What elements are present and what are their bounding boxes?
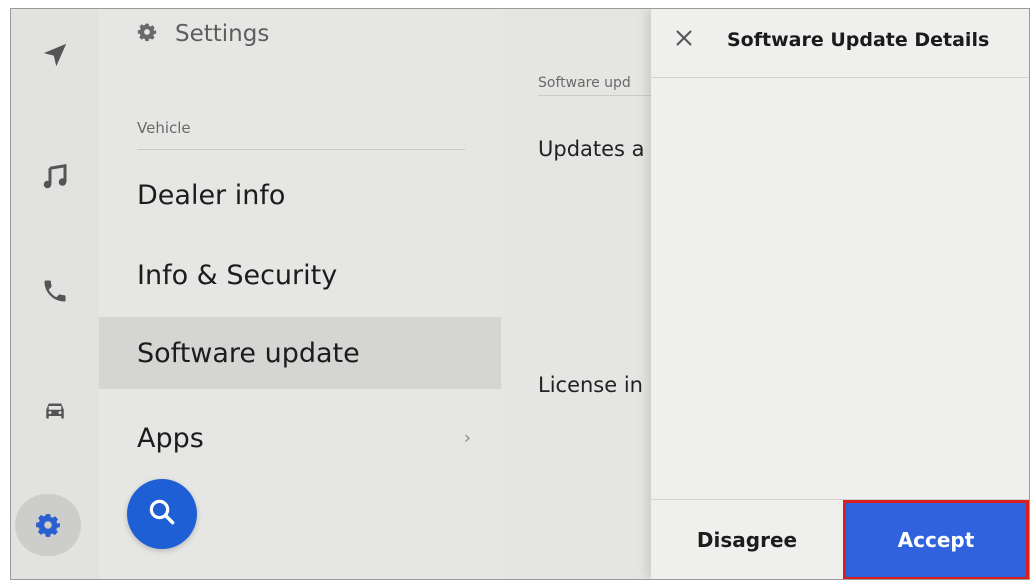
close-icon (674, 28, 694, 52)
icon-rail (11, 9, 99, 579)
chevron-right-icon: › (463, 427, 471, 449)
list-item-software-update[interactable]: Software update (99, 317, 509, 389)
breadcrumb: Software upd (538, 75, 631, 91)
phone-icon (41, 277, 69, 305)
section-label-vehicle: Vehicle (137, 119, 191, 137)
accept-button[interactable]: Accept (843, 500, 1029, 579)
rail-settings-button[interactable] (15, 494, 81, 556)
list-item-dealer-info[interactable]: Dealer info (99, 159, 501, 231)
dialog-title: Software Update Details (727, 29, 990, 51)
updates-row[interactable]: Updates a (538, 137, 645, 161)
list-item-label: Software update (137, 337, 360, 369)
list-item-apps[interactable]: Apps › (99, 402, 501, 474)
rail-navigation-button[interactable] (20, 25, 90, 85)
list-item-info-security[interactable]: Info & Security (99, 239, 501, 311)
settings-header: Settings (137, 21, 269, 47)
gear-icon (137, 22, 157, 46)
page-title: Settings (175, 21, 270, 47)
music-icon (40, 162, 70, 192)
car-icon (40, 396, 70, 426)
close-button[interactable] (667, 23, 701, 57)
infotainment-screen: Settings Vehicle Dealer info Info & Secu… (10, 8, 1030, 580)
disagree-button[interactable]: Disagree (651, 500, 843, 579)
software-update-details-dialog: Software Update Details Disagree Accept (651, 9, 1029, 579)
settings-panel: Settings Vehicle Dealer info Info & Secu… (99, 9, 509, 579)
section-divider (137, 149, 465, 150)
license-info-row[interactable]: License in (538, 373, 643, 397)
list-item-label: Apps (137, 422, 204, 454)
rail-phone-button[interactable] (20, 261, 90, 321)
dialog-footer: Disagree Accept (651, 499, 1029, 579)
list-item-label: Info & Security (137, 259, 338, 291)
gear-icon (35, 512, 61, 538)
search-icon (147, 497, 177, 531)
list-item-label: Dealer info (137, 179, 286, 211)
navigation-icon (40, 40, 70, 70)
rail-vehicle-button[interactable] (20, 381, 90, 441)
rail-music-button[interactable] (20, 147, 90, 207)
dialog-divider (651, 77, 1029, 78)
dialog-header: Software Update Details (651, 9, 1029, 77)
search-button[interactable] (127, 479, 197, 549)
